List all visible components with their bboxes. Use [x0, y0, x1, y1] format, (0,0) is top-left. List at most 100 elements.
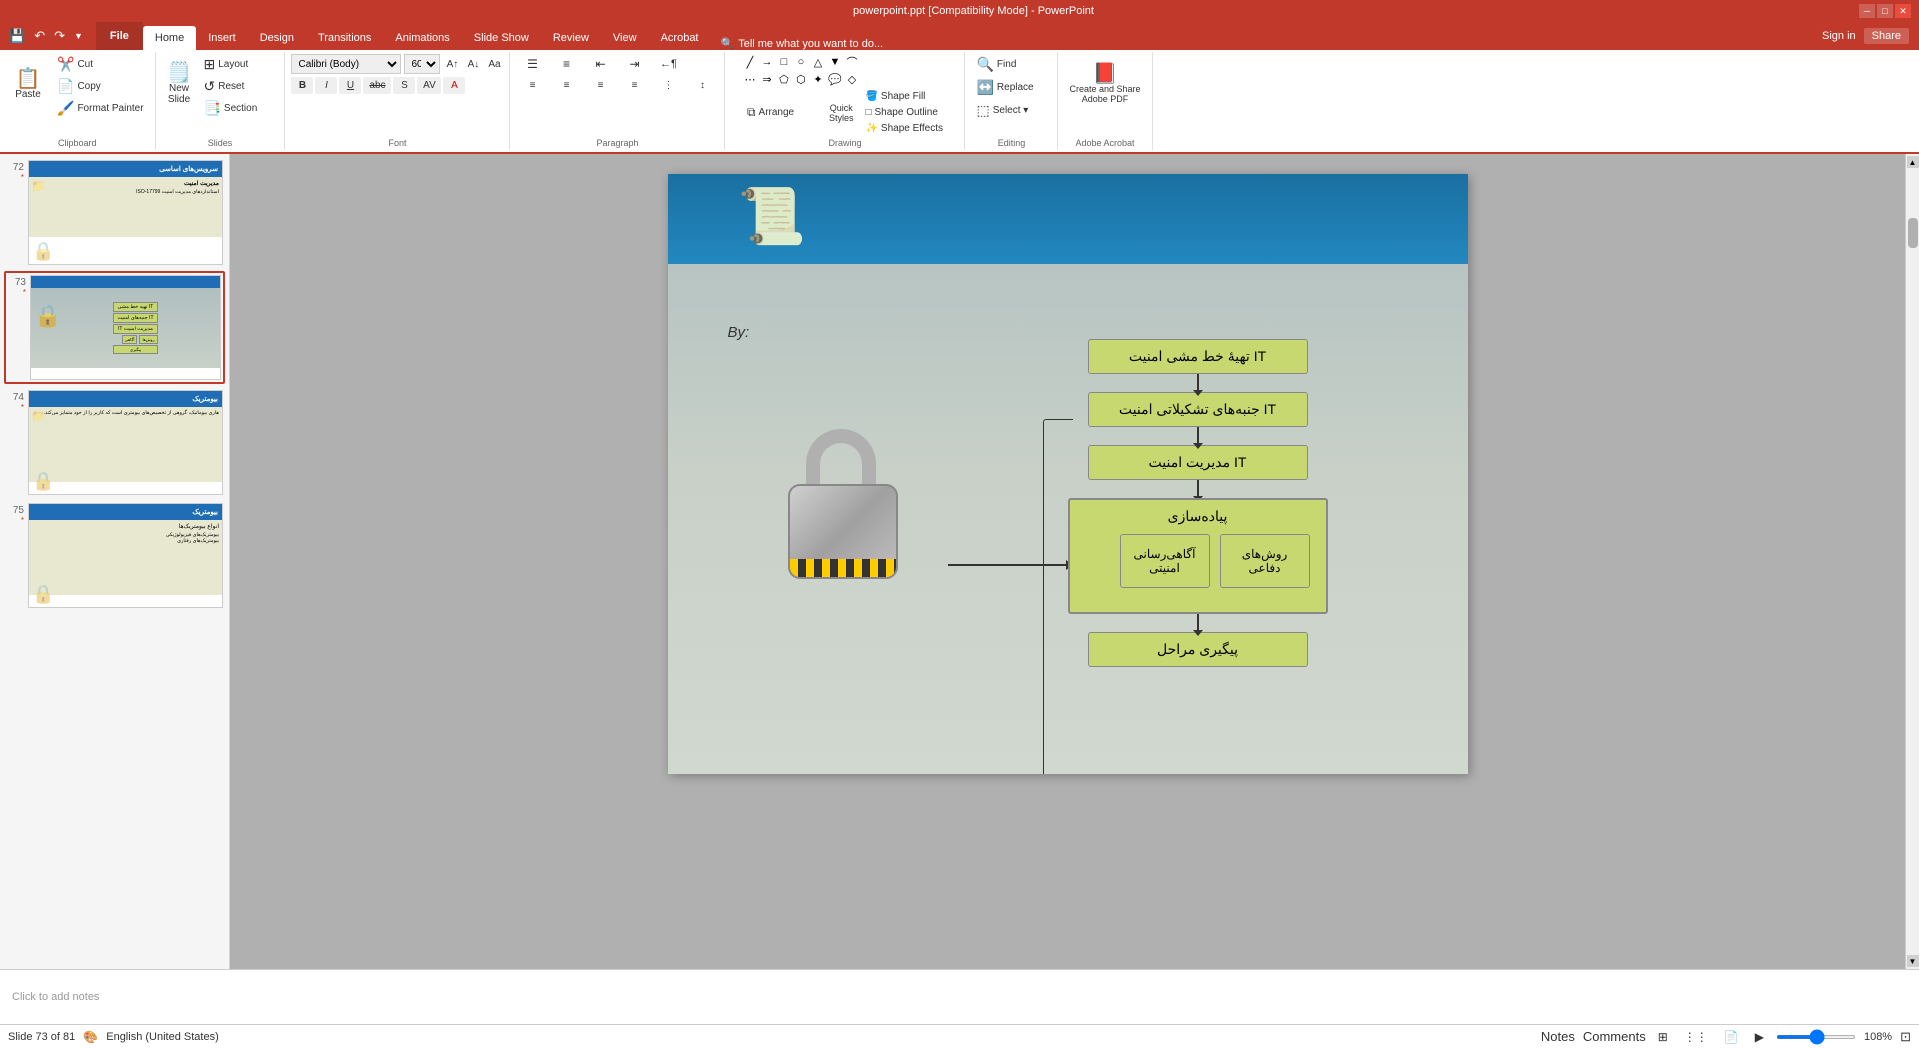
char-spacing-button[interactable]: AV	[417, 77, 441, 94]
slide-thumb-75[interactable]: 75 * بیومتریک انواع بیومتریک‌ها بیومتریک…	[4, 501, 225, 610]
tab-view[interactable]: View	[601, 26, 649, 50]
slide-thumb-74[interactable]: 74 * بیومتریک هاری بیوماتیک، گروهی از تخ…	[4, 388, 225, 497]
language-label[interactable]: English (United States)	[106, 1031, 219, 1043]
shape-fill-button[interactable]: 🪣 Shape Fill	[860, 89, 948, 104]
shape-line[interactable]: ╱	[742, 54, 758, 70]
rtl-button[interactable]: ←¶	[652, 54, 684, 74]
notes-status-button[interactable]: Notes	[1541, 1029, 1575, 1044]
shape-hex[interactable]: ⬡	[793, 71, 809, 87]
flow-final-box: پیگیری مراحل	[1088, 632, 1308, 667]
replace-button[interactable]: ↔️ Replace	[971, 77, 1051, 98]
slide-count: Slide 73 of 81	[8, 1031, 75, 1043]
shape-block-arrow[interactable]: ⇒	[759, 71, 775, 87]
shape-curve[interactable]: ⌒	[844, 54, 860, 70]
paste-button[interactable]: 📋 Paste	[6, 54, 50, 114]
slide-sorter-button[interactable]: ⋮⋮	[1680, 1029, 1712, 1045]
shape-triangle[interactable]: △	[810, 54, 826, 70]
indent-decrease-button[interactable]: ⇤	[584, 54, 616, 74]
minimize-button[interactable]: ─	[1859, 4, 1875, 18]
comments-status-button[interactable]: Comments	[1583, 1029, 1646, 1044]
section-button[interactable]: 📑 Section	[198, 98, 278, 119]
tab-insert[interactable]: Insert	[196, 26, 248, 50]
fit-window-button[interactable]: ⊡	[1900, 1029, 1911, 1045]
justify-button[interactable]: ≡	[618, 77, 650, 94]
sign-in-button[interactable]: Sign in	[1822, 30, 1856, 42]
tab-slideshow[interactable]: Slide Show	[462, 26, 541, 50]
strikethrough-button[interactable]: abc	[363, 77, 391, 94]
font-color-button[interactable]: A	[443, 77, 465, 94]
bold-button[interactable]: B	[291, 77, 313, 94]
shape-connector[interactable]: ⋯	[742, 71, 758, 87]
tab-file[interactable]: File	[96, 22, 143, 50]
lock-image	[788, 484, 898, 579]
customize-quick-icon[interactable]: ▼	[71, 30, 86, 42]
reading-view-button[interactable]: 📄	[1720, 1029, 1743, 1045]
shape-misc[interactable]: ✦	[810, 71, 826, 87]
slideshow-button[interactable]: ▶	[1751, 1029, 1768, 1045]
notes-placeholder[interactable]: Click to add notes	[12, 991, 99, 1003]
share-button[interactable]: Share	[1864, 28, 1909, 44]
shape-oval[interactable]: ○	[793, 54, 809, 70]
numbering-button[interactable]: ≡	[550, 54, 582, 74]
font-name-select[interactable]: Calibri (Body)	[291, 54, 401, 74]
tab-home[interactable]: Home	[143, 26, 196, 50]
slide-canvas[interactable]: 📜 By: IT تهیهٔ خط مشی امنیت IT جنبه‌ه	[668, 174, 1468, 774]
layout-button[interactable]: ⊞ Layout	[198, 54, 278, 75]
normal-view-button[interactable]: ⊞	[1654, 1029, 1672, 1045]
bullets-button[interactable]: ☰	[516, 54, 548, 74]
notes-area[interactable]: Click to add notes	[0, 969, 1919, 1024]
close-button[interactable]: ✕	[1895, 4, 1911, 18]
zoom-slider[interactable]	[1776, 1035, 1856, 1039]
decrease-font-button[interactable]: A↓	[464, 57, 482, 72]
increase-font-button[interactable]: A↑	[443, 57, 461, 72]
shape-flowchart[interactable]: ◇	[844, 71, 860, 87]
tab-acrobat[interactable]: Acrobat	[649, 26, 711, 50]
shape-callout[interactable]: 💬	[827, 71, 843, 87]
vertical-scrollbar[interactable]: ▲ ▼	[1905, 154, 1919, 969]
arrange-button[interactable]: ⧉ Arrange	[742, 103, 822, 122]
line-spacing-button[interactable]: ↕	[686, 77, 718, 94]
italic-button[interactable]: I	[315, 77, 337, 94]
slide-thumb-73[interactable]: 73 * IT تهیه خط مشی IT جنبه‌های امنیت مد…	[4, 271, 225, 384]
shape-arrow[interactable]: →	[759, 54, 775, 70]
columns-button[interactable]: ⋮	[652, 77, 684, 94]
copy-button[interactable]: 📄 Copy	[52, 76, 149, 97]
zoom-level[interactable]: 108%	[1864, 1031, 1892, 1043]
clear-format-button[interactable]: Aa	[485, 57, 503, 72]
tab-animations[interactable]: Animations	[383, 26, 461, 50]
align-right-button[interactable]: ≡	[584, 77, 616, 94]
align-center-button[interactable]: ≡	[550, 77, 582, 94]
tab-design[interactable]: Design	[248, 26, 306, 50]
redo-quick-icon[interactable]: ↷	[51, 27, 68, 45]
shape-pentagon[interactable]: ⬠	[776, 71, 792, 87]
undo-quick-icon[interactable]: ↶	[31, 27, 48, 45]
shadow-button[interactable]: S	[393, 77, 415, 94]
quick-styles-button[interactable]: Quick Styles	[824, 100, 859, 126]
align-left-button[interactable]: ≡	[516, 77, 548, 94]
indent-increase-button[interactable]: ⇥	[618, 54, 650, 74]
new-slide-button[interactable]: 🗒️ New Slide	[162, 54, 197, 114]
find-button[interactable]: 🔍 Find	[971, 54, 1051, 75]
ribbon-tabs: File Home Insert Design Transitions Anim…	[92, 22, 1812, 50]
format-painter-button[interactable]: 🖌️ Format Painter	[52, 98, 149, 119]
restore-button[interactable]: □	[1877, 4, 1893, 18]
shape-outline-button[interactable]: □ Shape Outline	[860, 105, 948, 120]
sub-item-1: روش‌هایدفاعی	[1220, 534, 1310, 588]
tab-transitions[interactable]: Transitions	[306, 26, 383, 50]
save-quick-icon[interactable]: 💾	[6, 27, 28, 45]
scrollbar-thumb[interactable]	[1908, 218, 1918, 248]
tab-review[interactable]: Review	[541, 26, 601, 50]
underline-button[interactable]: U	[339, 77, 361, 94]
cut-button[interactable]: ✂️ Cut	[52, 54, 149, 75]
slide-thumb-72[interactable]: 72 * سرویس‌های اساسی مدیریت امنیت استاند…	[4, 158, 225, 267]
select-button[interactable]: ⬚ Select ▾	[971, 100, 1051, 121]
tell-me-box[interactable]: 🔍 Tell me what you want to do...	[711, 37, 894, 50]
sub-item-2: آگاهی‌رسانیامنیتی	[1120, 534, 1210, 588]
flow-arrow-2	[1197, 427, 1199, 445]
shape-effects-button[interactable]: ✨ Shape Effects	[860, 121, 948, 136]
create-adobe-pdf-button[interactable]: 📕 Create and Share Adobe PDF	[1064, 54, 1145, 114]
reset-button[interactable]: ↺ Reset	[198, 76, 278, 97]
font-size-select[interactable]: 60	[404, 54, 440, 74]
shape-rect[interactable]: □	[776, 54, 792, 70]
shape-more[interactable]: ▼	[827, 54, 843, 70]
